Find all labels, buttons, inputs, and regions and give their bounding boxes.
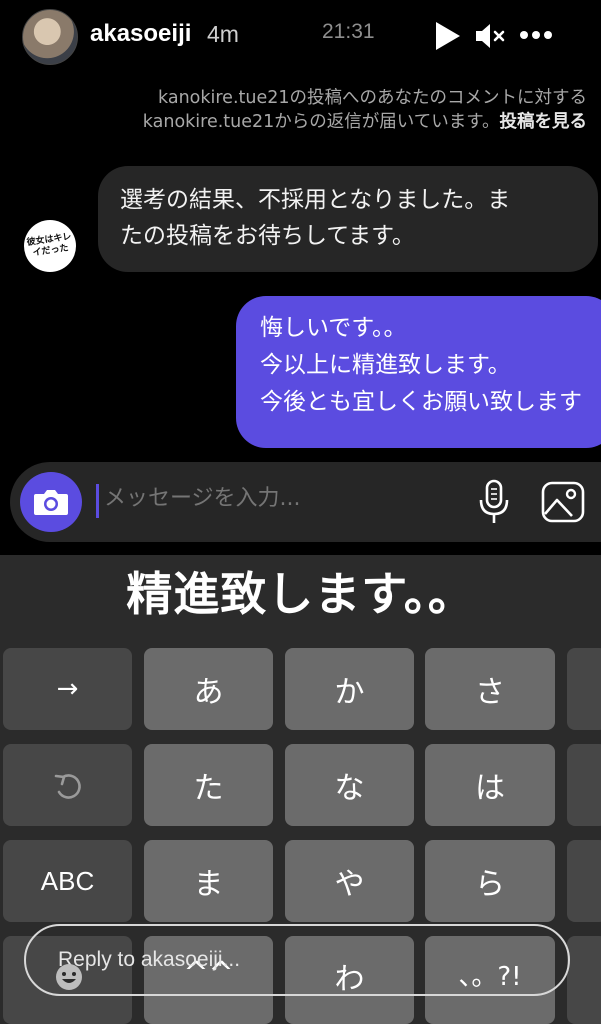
see-post-link[interactable]: 投稿を見る: [500, 112, 588, 132]
gallery-icon[interactable]: [540, 480, 586, 524]
status-clock: 21:31: [322, 20, 375, 43]
key-ha[interactable]: は: [425, 744, 555, 826]
play-icon[interactable]: [436, 22, 460, 50]
time-ago: 4m: [207, 21, 239, 47]
camera-icon: [34, 490, 68, 515]
sent-message-line: 今後とも宜しくお願い致します: [260, 389, 582, 415]
keyboard-candidate[interactable]: 精進致します。。: [0, 558, 601, 624]
reply-notice: kanokire.tue21の投稿へのあなたのコメントに対する kanokire…: [143, 86, 587, 134]
key-edge[interactable]: [567, 840, 601, 922]
key-edge[interactable]: [567, 744, 601, 826]
key-next[interactable]: →: [3, 648, 132, 730]
key-ka[interactable]: か: [285, 648, 414, 730]
received-message-line: 選考の結果、不採用となりました。ま: [120, 187, 511, 213]
notice-line-2-text: kanokire.tue21からの返信が届いています。: [142, 112, 500, 132]
story-header: akasoeiji 4m 21:31: [0, 0, 601, 72]
message-input[interactable]: [102, 485, 466, 512]
key-edge[interactable]: [567, 648, 601, 730]
key-undo[interactable]: [3, 744, 132, 826]
more-options-icon[interactable]: [516, 18, 556, 52]
sent-message-line: 今以上に精進致します。: [260, 352, 511, 378]
undo-icon: [54, 774, 81, 799]
mute-icon[interactable]: [474, 21, 506, 51]
key-abc[interactable]: ABC: [3, 840, 132, 922]
microphone-icon[interactable]: [476, 478, 512, 526]
key-a[interactable]: あ: [144, 648, 273, 730]
notice-line-2: kanokire.tue21からの返信が届いています。投稿を見る: [143, 110, 587, 134]
sender-avatar[interactable]: 彼女はキレイだった: [24, 220, 76, 272]
key-ma[interactable]: ま: [144, 840, 273, 922]
sent-message-bubble[interactable]: 悔しいです。。 今以上に精進致します。 今後とも宜しくお願い致します: [236, 296, 601, 448]
sender-avatar-logo-text: 彼女はキレイだった: [26, 231, 73, 259]
key-ta[interactable]: た: [144, 744, 273, 826]
camera-button[interactable]: [20, 472, 82, 532]
received-message-bubble[interactable]: 選考の結果、不採用となりました。ま たの投稿をお待ちしてます。: [98, 166, 598, 272]
received-message-line: たの投稿をお待ちしてます。: [120, 223, 415, 249]
key-sa[interactable]: さ: [425, 648, 555, 730]
text-caret: [96, 484, 99, 518]
key-ra[interactable]: ら: [425, 840, 555, 922]
username[interactable]: akasoeiji: [90, 20, 191, 48]
key-ya[interactable]: や: [285, 840, 414, 922]
reply-placeholder[interactable]: Reply to akasoeiji...: [58, 948, 240, 972]
key-na[interactable]: な: [285, 744, 414, 826]
smiley-icon[interactable]: [54, 962, 84, 992]
key-edge[interactable]: [567, 936, 601, 1024]
sent-message-line: 悔しいです。。: [260, 315, 407, 341]
notice-line-1: kanokire.tue21の投稿へのあなたのコメントに対する: [158, 88, 587, 108]
avatar[interactable]: [22, 9, 78, 65]
